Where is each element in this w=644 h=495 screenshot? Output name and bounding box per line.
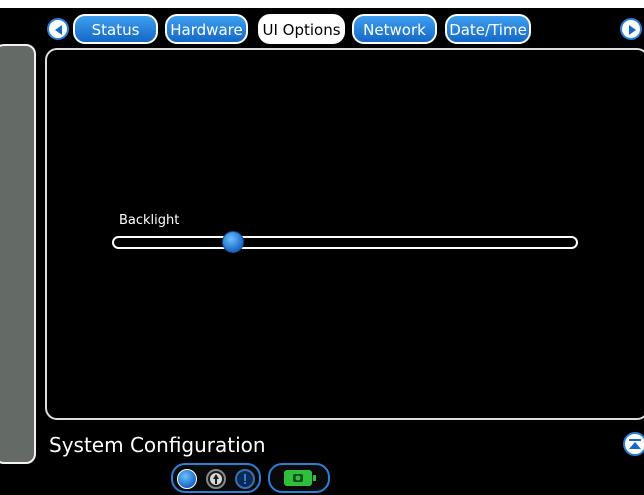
page-title: System Configuration xyxy=(49,433,266,457)
alert-icon xyxy=(235,469,255,489)
settings-panel xyxy=(45,48,644,420)
top-band xyxy=(0,0,644,8)
status-indicator-group[interactable] xyxy=(171,463,261,493)
tab-ui-options[interactable]: UI Options xyxy=(258,14,345,44)
battery-icon xyxy=(284,470,312,486)
battery-indicator[interactable] xyxy=(268,463,330,493)
tab-network[interactable]: Network xyxy=(352,14,437,44)
backlight-label: Backlight xyxy=(119,213,180,228)
chevron-left-icon[interactable] xyxy=(47,18,69,40)
tab-date-time[interactable]: Date/Time xyxy=(445,14,531,44)
info-icon xyxy=(206,469,226,489)
tab-status[interactable]: Status xyxy=(73,14,158,44)
chevron-right-icon[interactable] xyxy=(620,18,642,40)
battery-terminal xyxy=(313,475,316,481)
scroll-up-icon[interactable] xyxy=(623,432,644,456)
tab-hardware[interactable]: Hardware xyxy=(165,14,248,44)
backlight-slider-track[interactable] xyxy=(112,236,578,249)
backlight-slider-thumb[interactable] xyxy=(222,231,245,253)
status-active-icon xyxy=(177,469,197,489)
left-side-panel[interactable] xyxy=(0,44,36,464)
